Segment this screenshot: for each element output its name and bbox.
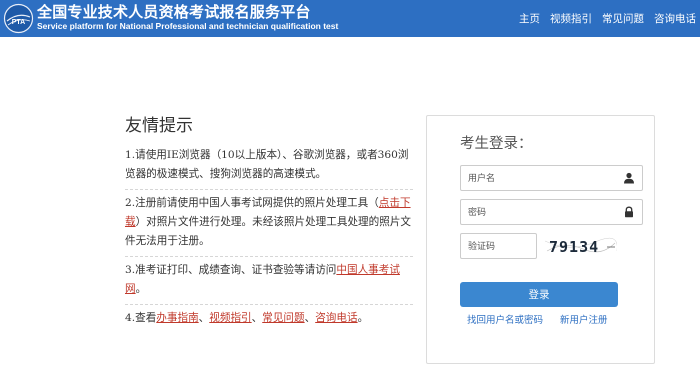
hotline-link[interactable]: 咨询电话 [315, 312, 357, 324]
tips-panel: 友情提示 1.请使用IE浏览器（10以上版本）、谷歌浏览器，或者360浏览器的极… [125, 111, 413, 333]
forgot-password-link[interactable]: 找回用户名或密码 [467, 312, 543, 326]
tip-item-help: 4.查看办事指南、视频指引、常见问题、咨询电话。 [125, 304, 413, 333]
tip-item-photo: 2.注册前请使用中国人事考试网提供的照片处理工具（点击下载）对照片文件进行处理。… [125, 189, 413, 256]
tips-title: 友情提示 [125, 116, 193, 136]
register-link[interactable]: 新用户注册 [560, 312, 608, 326]
header-bar: PTA 全国专业技术人员资格考试报名服务平台 Service platform … [0, 0, 700, 37]
login-panel: 考生登录： 79134 登录 找回用户名或密码 新用户注册 [426, 115, 655, 364]
lock-icon [625, 206, 633, 218]
guide-link[interactable]: 办事指南 [156, 312, 198, 324]
site-subtitle: Service platform for National Profession… [37, 21, 339, 31]
pta-logo-icon: PTA [3, 3, 34, 34]
username-field[interactable] [460, 165, 643, 191]
password-field[interactable] [460, 199, 643, 225]
logo-text: PTA [12, 19, 25, 26]
top-nav: 主页 视频指引 常见问题 咨询电话 [509, 0, 700, 37]
faq-link[interactable]: 常见问题 [262, 312, 304, 324]
user-icon [624, 172, 634, 184]
nav-faq[interactable]: 常见问题 [602, 11, 644, 26]
password-input[interactable] [461, 200, 611, 224]
site-title: 全国专业技术人员资格考试报名服务平台 [37, 3, 311, 21]
tip-item-admission: 3.准考证打印、成绩查询、证书查验等请访问中国人事考试网。 [125, 256, 413, 304]
nav-home[interactable]: 主页 [519, 11, 540, 26]
login-title: 考生登录： [460, 136, 533, 152]
username-input[interactable] [461, 166, 611, 190]
login-button[interactable]: 登录 [460, 282, 618, 307]
tip-item-browser: 1.请使用IE浏览器（10以上版本）、谷歌浏览器，或者360浏览器的极速模式、搜… [125, 149, 409, 180]
video-guide-link[interactable]: 视频指引 [209, 312, 251, 324]
nav-video-guide[interactable]: 视频指引 [550, 11, 592, 26]
captcha-input[interactable] [461, 234, 533, 258]
captcha-code: 79134 [549, 238, 599, 256]
captcha-field[interactable] [460, 233, 537, 259]
nav-hotline[interactable]: 咨询电话 [654, 11, 696, 26]
captcha-image[interactable]: 79134 [545, 233, 617, 259]
